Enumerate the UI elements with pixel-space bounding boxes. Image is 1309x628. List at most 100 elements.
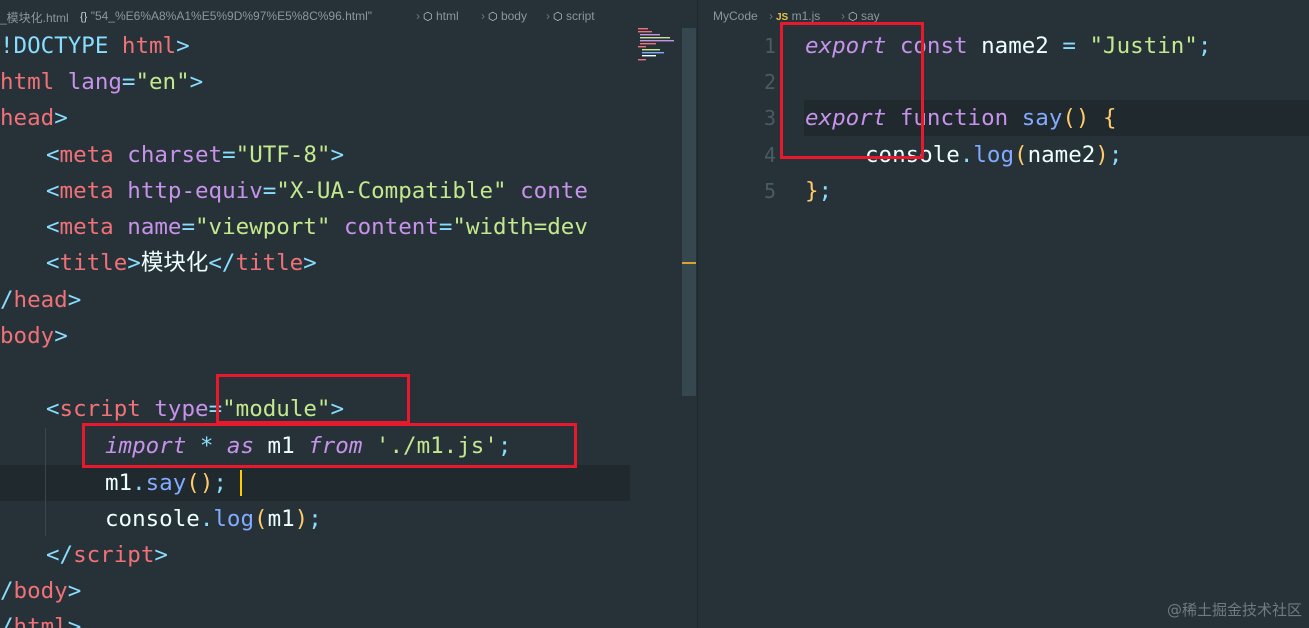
current-line-highlight [0,465,630,501]
code-line-2[interactable]: html lang="en"> [0,64,203,100]
tag-name: title [235,250,304,276]
code-line-13[interactable]: m1.say(); [105,465,227,501]
code-line-16[interactable]: /body> [0,573,81,609]
dot: . [132,470,146,496]
code-line-3[interactable]: head> [0,100,68,136]
tag-bracket: > [54,323,68,349]
breadcrumb-folder[interactable]: MyCode [713,9,758,23]
breadcrumb-symbol[interactable]: › ⬡ say [838,9,880,23]
title-text: 模块化 [140,250,209,276]
parens: () [186,470,214,496]
attr-equals: = [262,178,277,204]
breadcrumb-path[interactable]: {} "54_%E6%A8%A1%E5%9D%97%E5%8C%96.html" [80,9,372,23]
tag-bracket: > [154,542,168,568]
tag-bracket: > [127,250,141,276]
export-highlight-box [780,22,924,159]
breadcrumb-html[interactable]: › ⬡ html [413,9,459,23]
code-line-7[interactable]: <title>模块化</title> [46,245,317,281]
tag-bracket: < [46,142,60,168]
breadcrumb-file[interactable]: _模块化.html [0,9,69,26]
brace-open: { [1089,105,1117,131]
js-editor-pane[interactable]: MyCode › JS m1.js › ⬡ say 1 2 3 4 5 export… [697,0,1309,628]
breadcrumb-body[interactable]: › ⬡ body [478,9,527,23]
code-line-15[interactable]: </script> [46,537,168,573]
tag-bracket: < [46,178,60,204]
paren-close: ) [294,506,309,532]
breadcrumb-body-label: body [500,9,527,23]
method-name: log [213,506,255,532]
object-name: console [105,506,200,532]
doctype-value: html [108,33,177,59]
attr-name: lang [54,69,122,95]
string-literal: "Justin" [1075,33,1198,59]
braces-icon: {} [80,11,88,23]
attr-value: "viewport" [195,214,331,240]
tag-bracket: > [176,33,190,59]
tag-name: meta [59,214,114,240]
breadcrumb-script[interactable]: › ⬡ script [543,9,595,23]
paren-close: ) [1095,142,1109,168]
attr-value: "width=dev [452,214,588,240]
tag-name: html [0,69,55,95]
code-line-17[interactable]: /html> [0,609,81,628]
paren-open: ( [254,506,268,532]
attr-value: "UTF-8" [235,142,331,168]
argument: m1 [267,506,295,532]
tag-bracket: / [0,287,14,313]
tag-name: html [13,614,68,628]
tag-bracket: > [54,105,68,131]
semicolon: ; [213,470,227,496]
attr-name: name [113,214,182,240]
tag-bracket: > [189,69,204,95]
code-line-1[interactable]: !DOCTYPE html> [0,28,190,64]
element-icon: ⬡ [553,11,563,23]
function-name: say [1008,105,1063,131]
tag-bracket: </ [208,250,236,276]
attr-name: conte [506,178,588,204]
tag-bracket: > [303,250,317,276]
doctype-keyword: !DOCTYPE [0,33,109,59]
html-editor-pane[interactable]: _模块化.html {} "54_%E6%A8%A1%E5%9D%97%E5%8… [0,0,697,628]
code-line-6[interactable]: <meta name="viewport" content="width=dev [46,209,630,245]
module-highlight-box [216,374,410,424]
element-icon: ⬡ [423,11,433,23]
variable-name: name2 [967,33,1063,59]
tag-bracket: > [330,142,345,168]
tag-name: head [0,105,55,131]
semicolon: ; [1197,33,1212,59]
code-line-8[interactable]: /head> [0,282,81,318]
breadcrumb-script-label: script [565,9,595,23]
brace-close: } [805,178,819,204]
code-line-9[interactable]: body> [0,318,68,354]
semicolon: ; [1108,142,1123,168]
tag-bracket: > [67,578,82,604]
breadcrumb-js-file-label: m1.js [791,9,821,23]
breadcrumb-js-file[interactable]: › JS m1.js [766,9,820,23]
watermark: @稀土掘金技术社区 [1166,601,1302,619]
tag-bracket: </ [46,542,74,568]
js-line-5[interactable]: }; [805,173,832,209]
line-number: 3 [763,106,776,130]
vertical-scrollbar[interactable] [682,28,696,396]
tag-bracket: / [0,578,14,604]
assign-operator: = [1062,33,1076,59]
breadcrumb-symbol-label: say [860,9,880,23]
line-number: 2 [763,70,776,94]
tag-name: title [59,250,128,276]
tag-name: script [73,542,155,568]
attr-name: type [140,396,209,422]
tag-name: meta [59,142,114,168]
attr-equals: = [121,69,136,95]
attr-value: "X-UA-Compatible" [276,178,507,204]
attr-value: "en" [135,69,190,95]
dot: . [959,142,974,168]
code-line-5[interactable]: <meta http-equiv="X-UA-Compatible" conte [46,173,630,209]
semicolon: ; [308,506,322,532]
code-line-14[interactable]: console.log(m1); [105,501,322,537]
element-icon: ⬡ [488,11,498,23]
attr-equals: = [222,142,236,168]
attr-name: http-equiv [113,178,263,204]
code-line-4[interactable]: <meta charset="UTF-8"> [46,137,344,173]
minimap[interactable] [638,28,678,62]
attr-name: charset [113,142,223,168]
